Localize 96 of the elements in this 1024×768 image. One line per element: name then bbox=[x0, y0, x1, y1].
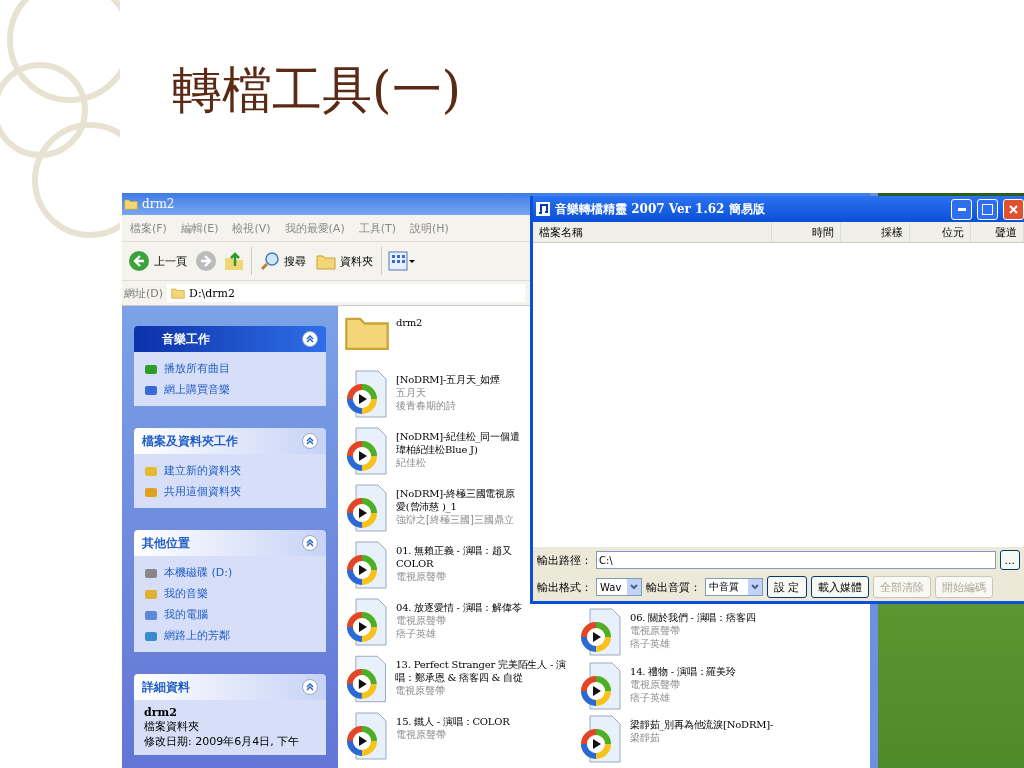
media-file-icon bbox=[344, 540, 390, 590]
file-name[interactable]: [NoDRM]-紀佳松_同一個遣 bbox=[396, 430, 520, 443]
collapse-chevron-icon[interactable] bbox=[302, 679, 318, 695]
slide-title: 轉檔工具(一) bbox=[172, 60, 461, 121]
file-name[interactable]: 13. Perfect Stranger 完美陌生人 - 演 bbox=[395, 658, 566, 671]
browse-button[interactable]: ... bbox=[999, 550, 1020, 570]
file-detail: 五月天 bbox=[396, 386, 427, 399]
task-link[interactable]: 我的音樂 bbox=[144, 583, 316, 604]
file-detail: 後青春期的詩 bbox=[396, 399, 457, 412]
music-note-icon bbox=[536, 202, 550, 216]
output-format-label: 輸出格式： bbox=[537, 579, 592, 595]
column-header[interactable]: 聲道 bbox=[971, 222, 1024, 242]
detail-text: 檔案資料夾 bbox=[144, 719, 200, 734]
file-detail: 紀佳松 bbox=[396, 456, 427, 469]
collapse-chevron-icon[interactable] bbox=[302, 331, 318, 347]
minimize-button[interactable] bbox=[951, 198, 972, 220]
output-quality-label: 輸出音質： bbox=[646, 579, 701, 595]
task-link[interactable]: 本機磁碟 (D:) bbox=[144, 562, 316, 583]
media-file-icon bbox=[344, 711, 390, 761]
search-icon bbox=[260, 251, 280, 271]
close-button[interactable] bbox=[1003, 198, 1024, 220]
file-name[interactable]: [NoDRM]-終極三國電視原 bbox=[396, 487, 515, 500]
file-name[interactable]: 04. 放逐愛情 - 演唱：解偉苓 bbox=[396, 601, 522, 614]
file-name[interactable]: 14. 禮物 - 演唱：羅美玲 bbox=[630, 664, 736, 678]
window-title: drm2 bbox=[142, 197, 175, 211]
column-header[interactable]: 檔案名稱 bbox=[533, 222, 772, 242]
file-detail: 電視原聲帶 bbox=[395, 684, 447, 697]
panel-header[interactable]: 檔案及資料夾工作 bbox=[134, 428, 326, 454]
file-name[interactable]: [NoDRM]-五月天_如煙 bbox=[396, 373, 500, 386]
task-link[interactable]: 網路上的芳鄰 bbox=[144, 625, 316, 646]
file-detail: 電視原聲帶 bbox=[630, 677, 681, 691]
file-detail: 電視原聲帶 bbox=[630, 624, 681, 637]
collapse-chevron-icon[interactable] bbox=[302, 433, 318, 449]
output-path-label: 輸出路徑： bbox=[537, 552, 592, 568]
media-file-icon bbox=[578, 714, 624, 765]
action-button[interactable]: 載入媒體 bbox=[810, 576, 869, 598]
up-folder-icon[interactable] bbox=[223, 250, 245, 272]
file-detail: 梁靜茹 bbox=[630, 731, 661, 745]
file-name[interactable]: 15. 鐵人 - 演唱：COLOR bbox=[396, 715, 510, 728]
folders-button[interactable]: 資料夾 bbox=[314, 250, 375, 272]
collapse-chevron-icon[interactable] bbox=[302, 535, 318, 551]
action-button[interactable]: 設 定 bbox=[767, 576, 807, 598]
file-name[interactable]: COLOR bbox=[396, 557, 512, 570]
column-header[interactable]: 時間 bbox=[772, 222, 841, 242]
task-link[interactable]: 網上購買音樂 bbox=[144, 379, 316, 400]
panel-header[interactable]: 其他位置 bbox=[134, 530, 326, 556]
file-name[interactable]: drm2 bbox=[396, 316, 423, 329]
back-button[interactable]: 上一頁 bbox=[126, 248, 189, 274]
file-detail: 電視原聲帶 bbox=[396, 614, 447, 627]
panel-title: 檔案及資料夾工作 bbox=[142, 432, 238, 450]
folder-icon bbox=[124, 198, 138, 210]
panel-header[interactable]: 音樂工作 bbox=[134, 326, 326, 352]
quality-dropdown[interactable]: 中音質 bbox=[705, 578, 763, 596]
maximize-button[interactable] bbox=[977, 198, 998, 220]
close-icon bbox=[1009, 204, 1018, 214]
column-header[interactable]: 位元 bbox=[910, 222, 971, 242]
file-detail: 痞子英雄 bbox=[630, 690, 671, 704]
file-name[interactable]: 唱：鄭承恩 & 痞客四 & 自從 bbox=[395, 671, 566, 684]
panel-header[interactable]: 詳細資料 bbox=[134, 674, 326, 700]
panel-title: 音樂工作 bbox=[161, 330, 210, 348]
panel-title: 詳細資料 bbox=[142, 678, 190, 696]
task-link[interactable]: 建立新的資料夾 bbox=[144, 460, 316, 481]
file-detail: 痞子英雄 bbox=[396, 627, 437, 640]
address-label: 網址(D) bbox=[124, 285, 164, 301]
media-file-icon bbox=[344, 426, 390, 476]
file-name[interactable]: 06. 關於我們 - 演唱：痞客四 bbox=[630, 611, 756, 624]
file-name[interactable]: 梁靜茹_別再為他流淚[NoDRM]- bbox=[630, 718, 774, 732]
search-button[interactable]: 搜尋 bbox=[258, 249, 308, 273]
task-link[interactable]: 我的電腦 bbox=[144, 604, 316, 625]
media-file-icon bbox=[344, 597, 390, 647]
views-icon[interactable] bbox=[388, 251, 416, 271]
output-path-field[interactable]: C:\ bbox=[596, 551, 996, 569]
minimize-icon bbox=[957, 207, 966, 211]
file-name[interactable]: 愛(曾沛慈 )_1 bbox=[396, 500, 515, 513]
window-title: 音樂轉檔精靈 2007 Ver 1.62 簡易版 bbox=[555, 200, 766, 218]
file-name[interactable]: 01. 無賴正義 - 演唱：趙又 bbox=[396, 544, 512, 557]
file-detail: 電視原聲帶 bbox=[396, 570, 447, 583]
file-name[interactable]: 瑋柏紀佳松Blue J) bbox=[396, 443, 520, 456]
detail-text: 修改日期: 2009年6月4日, 下午 bbox=[144, 734, 301, 749]
media-file-icon bbox=[578, 607, 624, 657]
file-detail: 電視原聲帶 bbox=[396, 728, 447, 741]
file-detail: 強辯之[終極三國]三國鼎立 bbox=[396, 513, 515, 526]
format-dropdown[interactable]: Wav bbox=[596, 578, 642, 596]
panel-title: 其他位置 bbox=[142, 534, 190, 552]
detail-text: drm2 bbox=[144, 706, 178, 719]
maximize-icon bbox=[982, 203, 993, 215]
file-detail: 痞子英雄 bbox=[630, 637, 671, 650]
folder-icon bbox=[316, 252, 336, 270]
address-field[interactable]: D:\drm2 bbox=[167, 284, 526, 302]
column-header[interactable]: 採樣 bbox=[841, 222, 910, 242]
folder-icon bbox=[171, 287, 186, 299]
media-file-icon bbox=[344, 369, 390, 419]
media-file-icon bbox=[578, 660, 624, 711]
task-link[interactable]: 播放所有曲目 bbox=[144, 358, 316, 379]
task-link[interactable]: 共用這個資料夾 bbox=[144, 481, 316, 502]
media-file-icon bbox=[344, 483, 390, 533]
